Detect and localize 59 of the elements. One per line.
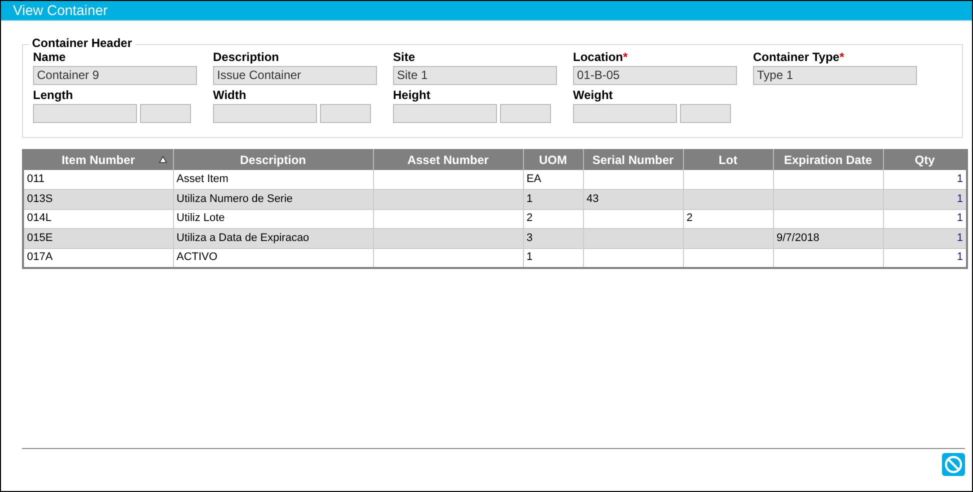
table-cell: 3	[526, 232, 533, 244]
table-cell: Utiliz Lote	[176, 212, 225, 224]
unit-field[interactable]	[140, 104, 191, 123]
table-cell: 013S	[27, 192, 53, 205]
table-cell: 011	[27, 173, 45, 185]
window-title: View Container	[1, 1, 972, 21]
table-cell: 015E	[27, 232, 53, 244]
prohibited-icon	[944, 455, 963, 474]
field-label: Width	[213, 88, 246, 102]
column-header[interactable]: Serial Number	[583, 149, 683, 170]
table-cell: 1	[956, 251, 963, 263]
input-field[interactable]	[393, 104, 497, 123]
required-mark: *	[623, 50, 628, 64]
table-cell: 1	[956, 212, 963, 224]
table-cell: Utiliza Numero de Serie	[176, 192, 293, 205]
field-label: Container Type	[753, 50, 840, 64]
field-label: Weight	[573, 88, 613, 102]
table-cell: 1	[956, 173, 963, 185]
table-cell: 1	[956, 192, 963, 205]
table-cell: 43	[586, 192, 599, 205]
table-cell: 017A	[27, 251, 53, 263]
column-header[interactable]: Asset Number	[373, 149, 523, 170]
table-cell: Asset Item	[176, 173, 228, 185]
column-header[interactable]: Item Number	[23, 149, 173, 170]
field-label: Height	[393, 88, 430, 102]
input-field[interactable]: Container 9	[33, 66, 197, 85]
input-field[interactable]	[33, 104, 137, 123]
column-header[interactable]: Qty	[883, 149, 967, 170]
column-header[interactable]: Description	[173, 149, 373, 170]
table-cell: 1	[526, 192, 533, 205]
field-label: Description	[213, 50, 280, 64]
unit-field[interactable]	[320, 104, 371, 123]
table-cell: 9/7/2018	[776, 232, 820, 244]
group-title: Container Header	[29, 36, 136, 50]
field-label: Length	[33, 88, 73, 102]
required-mark: *	[839, 50, 844, 64]
input-field[interactable]	[213, 104, 317, 123]
field-label: Name	[33, 50, 66, 64]
input-field[interactable]: Issue Container	[213, 66, 377, 85]
table-cell: 2	[686, 212, 693, 224]
table-cell: 2	[526, 212, 533, 224]
table-cell: Utiliza a Data de Expiracao	[176, 232, 310, 244]
table-cell: EA	[526, 173, 542, 185]
table-cell: 014L	[27, 212, 52, 224]
unit-field[interactable]	[500, 104, 551, 123]
table-cell: ACTIVO	[176, 251, 218, 263]
column-header[interactable]: UOM	[523, 149, 583, 170]
table-cell: 1	[526, 251, 533, 263]
input-field[interactable]: 01-B-05	[573, 66, 737, 85]
table-cell: 1	[956, 232, 963, 244]
input-field[interactable]	[573, 104, 677, 123]
input-field[interactable]: Site 1	[393, 66, 557, 85]
column-header[interactable]: Expiration Date	[773, 149, 883, 170]
cancel-button[interactable]	[942, 453, 965, 476]
unit-field[interactable]	[680, 104, 731, 123]
input-field[interactable]: Type 1	[753, 66, 917, 85]
column-header[interactable]: Lot	[683, 149, 773, 170]
field-label: Location	[573, 50, 623, 64]
field-label: Site	[393, 50, 416, 64]
